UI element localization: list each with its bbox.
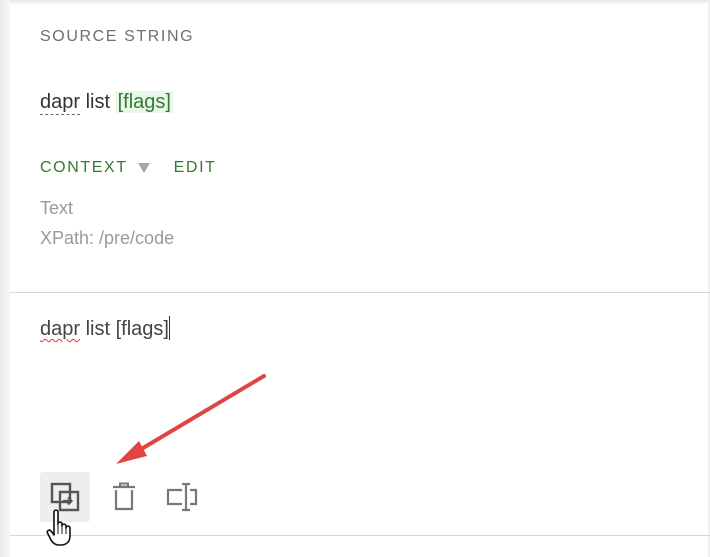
placeholder-tag[interactable]: [flags]	[115, 91, 173, 113]
section-divider	[10, 292, 710, 293]
trash-icon	[113, 482, 135, 511]
bottom-divider	[10, 535, 710, 536]
panel-top-shadow	[10, 0, 710, 5]
edit-context-link[interactable]: EDIT	[174, 159, 217, 177]
translation-rest: list [flags]	[80, 318, 169, 340]
source-text-middle: list	[80, 91, 116, 113]
panel-left-edge	[0, 0, 10, 557]
misspelled-word[interactable]: dapr	[40, 318, 80, 340]
text-cursor-box-icon	[166, 482, 198, 512]
translation-editor-panel: SOURCE STRING dapr list [flags] CONTEXT …	[0, 0, 710, 557]
context-type: Text	[40, 198, 74, 218]
context-xpath: XPath: /pre/code	[40, 228, 175, 248]
source-string-text: dapr list [flags]	[40, 91, 173, 115]
text-caret	[168, 316, 170, 340]
translation-input[interactable]: dapr list [flags]	[40, 316, 170, 341]
hand-cursor-icon	[46, 509, 71, 546]
chevron-down-icon[interactable]	[137, 163, 150, 173]
glossary-term[interactable]: dapr	[40, 91, 81, 115]
context-header: CONTEXT EDIT	[40, 159, 217, 177]
delete-translation-button[interactable]	[99, 472, 149, 522]
source-string-heading: SOURCE STRING	[40, 28, 195, 45]
context-toggle[interactable]: CONTEXT	[40, 159, 128, 177]
insert-placeholder-button[interactable]	[157, 472, 207, 522]
